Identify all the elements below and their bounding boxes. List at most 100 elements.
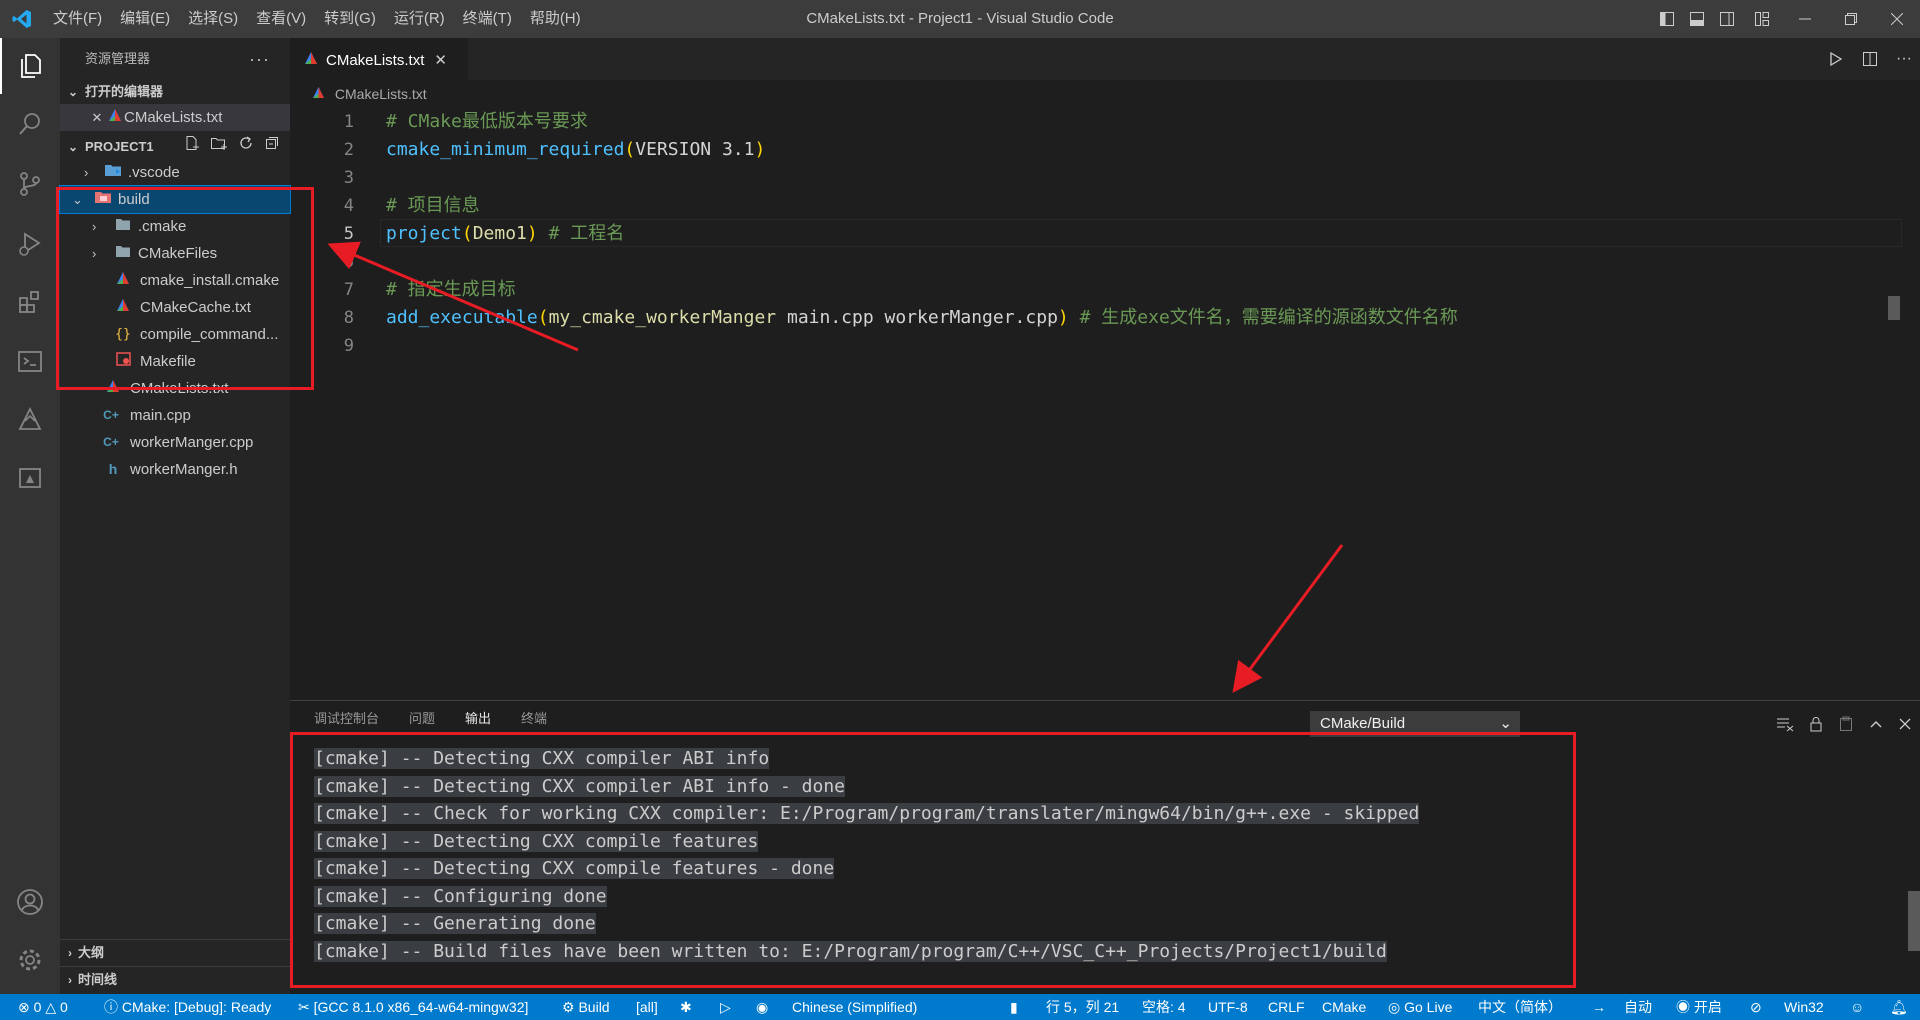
warning-icon: △ <box>45 999 57 1015</box>
toggle-secondary-sidebar-icon[interactable] <box>1712 0 1742 38</box>
go-live-button[interactable]: ◎ Go Live <box>1388 994 1452 1020</box>
output-channel-select[interactable]: CMake/Build ⌄ <box>1310 711 1520 737</box>
open-status[interactable]: ◉ 开启 <box>1676 994 1722 1020</box>
code-editor[interactable]: 1 2 3 4 5 6 7 8 9 # CMake最低版本号要求 cmake_m… <box>290 108 1902 698</box>
feedback-icon[interactable]: ☺ <box>1850 994 1864 1020</box>
maximize-panel-icon[interactable] <box>1868 716 1884 732</box>
tree-item-makefile[interactable]: Makefile <box>60 348 290 375</box>
cursor-position[interactable]: 行 5，列 21 <box>1046 994 1119 1020</box>
terminal-view-icon[interactable] <box>0 334 60 390</box>
minimize-icon[interactable] <box>1782 0 1828 38</box>
tree-item-main-cpp[interactable]: C+ main.cpp <box>60 402 290 429</box>
manage-gear-icon[interactable] <box>0 932 60 988</box>
cmake-file-icon <box>114 267 132 294</box>
lock-icon[interactable] <box>1808 716 1824 732</box>
tree-item-cmake-folder[interactable]: › .cmake <box>60 213 290 240</box>
new-folder-icon[interactable] <box>210 135 228 151</box>
eye-icon[interactable]: ◉ <box>756 994 768 1020</box>
build-button[interactable]: ⚙ Build <box>562 994 610 1020</box>
new-file-icon[interactable] <box>184 135 200 151</box>
open-editor-item[interactable]: ✕ CMakeLists.txt <box>60 104 290 131</box>
close-panel-icon[interactable] <box>1898 717 1912 731</box>
output-text: [cmake] -- Check for working CXX compile… <box>314 803 1420 824</box>
run-icon[interactable] <box>1828 51 1844 67</box>
menu-go[interactable]: 转到(G) <box>315 0 385 38</box>
run-icon[interactable]: ▷ <box>720 994 731 1020</box>
arrow-right-icon[interactable]: → <box>1592 994 1606 1020</box>
tab-terminal[interactable]: 终端 <box>521 701 547 733</box>
toggle-sidebar-icon[interactable] <box>1652 0 1682 38</box>
collapse-all-icon[interactable] <box>264 135 280 151</box>
menu-view[interactable]: 查看(V) <box>247 0 315 38</box>
indentation-status[interactable]: 空格: 4 <box>1142 994 1186 1020</box>
panel-scrollbar[interactable] <box>1908 891 1920 951</box>
tree-item-cmakefiles[interactable]: › CMakeFiles <box>60 240 290 267</box>
extensions-icon[interactable] <box>0 274 60 330</box>
editor-tab-bar: CMakeLists.txt ✕ ··· <box>290 38 1920 81</box>
search-icon[interactable] <box>0 96 60 152</box>
menu-terminal[interactable]: 终端(T) <box>454 0 521 38</box>
problems-status[interactable]: ⊗ 0 △ 0 <box>18 994 68 1020</box>
menu-run[interactable]: 运行(R) <box>385 0 454 38</box>
cmake-icon[interactable] <box>0 392 60 448</box>
breadcrumb-file[interactable]: CMakeLists.txt <box>335 86 427 102</box>
split-editor-icon[interactable] <box>1862 51 1878 67</box>
tree-item-workermanger-h[interactable]: h workerManger.h <box>60 456 290 483</box>
language-pack-status[interactable]: Chinese (Simplified) <box>792 994 917 1020</box>
no-bell-icon[interactable]: ⊘ <box>1750 994 1762 1020</box>
ime-status[interactable]: 中文（简体） <box>1478 994 1562 1020</box>
close-tab-icon[interactable]: ✕ <box>434 51 447 69</box>
tab-output[interactable]: 输出 <box>465 701 492 734</box>
run-debug-icon[interactable] <box>0 216 60 272</box>
notifications-bell-icon[interactable]: 🔔︎ <box>1890 994 1908 1020</box>
menu-file[interactable]: 文件(F) <box>44 0 111 38</box>
database-icon[interactable]: ▮ <box>1010 994 1018 1020</box>
close-editor-icon[interactable]: ✕ <box>88 104 106 131</box>
platform-status[interactable]: Win32 <box>1784 994 1824 1020</box>
toggle-panel-icon[interactable] <box>1682 0 1712 38</box>
tree-item-cmake-install[interactable]: cmake_install.cmake <box>60 267 290 294</box>
remote-explorer-icon[interactable] <box>0 450 60 506</box>
code-line: project(Demo1) # 工程名 <box>386 223 625 244</box>
menu-edit[interactable]: 编辑(E) <box>111 0 179 38</box>
header-file-icon: h <box>108 461 118 477</box>
source-control-icon[interactable] <box>0 156 60 212</box>
tree-item-build[interactable]: ⌄ build <box>59 185 291 214</box>
close-window-icon[interactable] <box>1874 0 1920 38</box>
cmake-status[interactable]: ⓘ CMake: [Debug]: Ready <box>104 994 271 1020</box>
tree-item-cmakecache[interactable]: CMakeCache.txt <box>60 294 290 321</box>
accounts-icon[interactable] <box>0 874 60 930</box>
target-selector[interactable]: [all] <box>636 994 658 1020</box>
refresh-icon[interactable] <box>238 135 254 151</box>
debug-icon[interactable]: ✱ <box>680 994 692 1020</box>
restore-icon[interactable] <box>1828 0 1874 38</box>
tree-item-vscode[interactable]: › .vscode <box>60 159 290 186</box>
encoding-status[interactable]: UTF-8 <box>1208 994 1248 1020</box>
tab-debug-console[interactable]: 调试控制台 <box>314 701 379 733</box>
auto-status[interactable]: 自动 <box>1624 994 1652 1020</box>
tree-item-workermanger-cpp[interactable]: C+ workerManger.cpp <box>60 429 290 456</box>
tree-item-cmakelists[interactable]: CMakeLists.txt <box>60 375 290 402</box>
open-editors-section[interactable]: ⌄ 打开的编辑器 <box>60 80 290 104</box>
output-log[interactable]: [cmake] -- Detecting CXX compiler ABI in… <box>314 745 1420 965</box>
clear-output-icon[interactable] <box>1776 716 1794 732</box>
customize-layout-icon[interactable] <box>1742 0 1782 38</box>
cmake-file-icon <box>312 86 325 102</box>
outline-section[interactable]: › 大纲 <box>60 939 290 966</box>
kit-selector[interactable]: ✂ [GCC 8.1.0 x86_64-w64-mingw32] <box>298 994 528 1020</box>
tree-item-compile-commands[interactable]: {} compile_command... <box>60 321 290 348</box>
sidebar-title-label: 资源管理器 <box>85 51 151 66</box>
more-editor-actions-icon[interactable]: ··· <box>1896 50 1912 68</box>
tab-problems[interactable]: 问题 <box>409 701 435 733</box>
more-actions-icon[interactable]: ··· <box>249 38 270 80</box>
timeline-section[interactable]: › 时间线 <box>60 966 290 995</box>
menu-selection[interactable]: 选择(S) <box>179 0 247 38</box>
tab-cmakelists[interactable]: CMakeLists.txt ✕ <box>290 38 468 81</box>
open-log-file-icon[interactable] <box>1838 716 1854 732</box>
explorer-icon[interactable] <box>0 38 60 94</box>
menu-help[interactable]: 帮助(H) <box>521 0 590 38</box>
project-section[interactable]: ⌄ PROJECT1 <box>60 135 290 159</box>
language-mode[interactable]: CMake <box>1322 994 1366 1020</box>
eol-status[interactable]: CRLF <box>1268 994 1305 1020</box>
status-bar: ⊗ 0 △ 0 ⓘ CMake: [Debug]: Ready ✂ [GCC 8… <box>0 994 1920 1020</box>
